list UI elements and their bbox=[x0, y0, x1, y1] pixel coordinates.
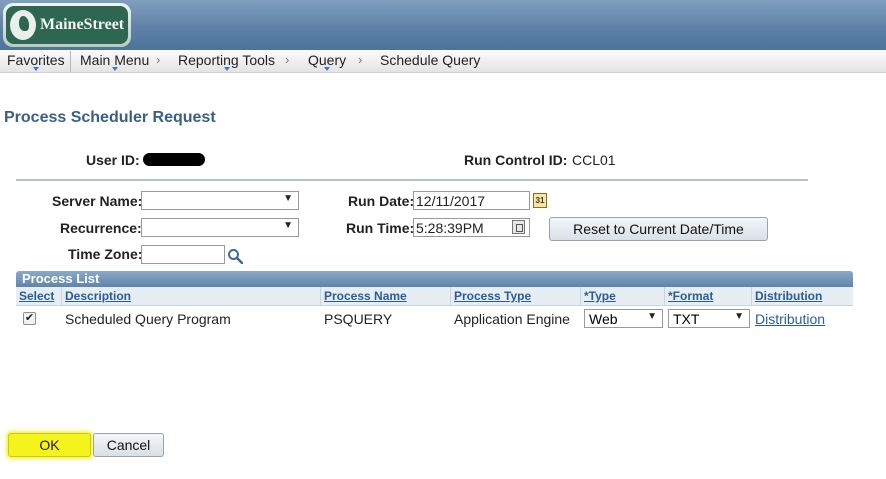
section-divider bbox=[16, 179, 808, 181]
dropdown-arrow-icon: ▼ bbox=[283, 193, 293, 204]
chevron-down-icon bbox=[223, 67, 230, 71]
nav-favorites[interactable]: Favorites bbox=[7, 52, 65, 71]
server-name-label: Server Name: bbox=[52, 193, 143, 209]
type-select[interactable]: Web ▼ bbox=[584, 309, 663, 328]
run-control-value: CCL01 bbox=[572, 152, 616, 168]
time-picker-icon[interactable] bbox=[512, 220, 525, 234]
navigation-bar: Favorites Main Menu › Reporting Tools › … bbox=[0, 50, 886, 73]
header-banner: MaineStreet bbox=[0, 0, 886, 50]
distribution-link[interactable]: Distribution bbox=[755, 311, 825, 327]
format-select[interactable]: TXT ▼ bbox=[668, 309, 750, 328]
run-time-label: Run Time: bbox=[346, 220, 415, 236]
breadcrumb-chevron-icon: › bbox=[358, 52, 363, 67]
column-header-process-type[interactable]: Process Type bbox=[451, 287, 581, 305]
column-header-description[interactable]: Description bbox=[62, 287, 321, 305]
ok-button[interactable]: OK bbox=[8, 433, 91, 457]
nav-query-label: Query bbox=[308, 52, 347, 68]
column-header-format[interactable]: *Format bbox=[665, 287, 752, 305]
run-control-label: Run Control ID: bbox=[464, 152, 568, 168]
chevron-down-icon bbox=[32, 67, 39, 71]
server-name-select[interactable]: ▼ bbox=[141, 191, 299, 210]
nav-query[interactable]: Query bbox=[308, 52, 347, 71]
search-icon[interactable] bbox=[227, 248, 243, 264]
recurrence-label: Recurrence: bbox=[60, 220, 142, 236]
process-list-header: Process List bbox=[16, 271, 853, 287]
dropdown-arrow-icon: ▼ bbox=[734, 311, 744, 322]
column-header-select[interactable]: Select bbox=[16, 287, 62, 305]
dropdown-arrow-icon: ▼ bbox=[647, 311, 657, 322]
row-process-type: Application Engine bbox=[454, 311, 570, 327]
calendar-icon[interactable]: 31 bbox=[533, 193, 547, 208]
cancel-button[interactable]: Cancel bbox=[93, 433, 164, 457]
format-value: TXT bbox=[673, 311, 700, 327]
grid-divider bbox=[16, 305, 853, 306]
nav-main-menu[interactable]: Main Menu bbox=[80, 52, 150, 71]
user-id-label: User ID: bbox=[86, 152, 140, 168]
reset-date-time-button[interactable]: Reset to Current Date/Time bbox=[549, 217, 768, 241]
column-header-type[interactable]: *Type bbox=[581, 287, 665, 305]
dropdown-arrow-icon: ▼ bbox=[283, 220, 293, 231]
run-date-input[interactable] bbox=[413, 191, 530, 210]
nav-reporting-tools[interactable]: Reporting Tools bbox=[178, 52, 276, 71]
column-header-process-name[interactable]: Process Name bbox=[321, 287, 451, 305]
nav-divider bbox=[70, 51, 71, 72]
breadcrumb-chevron-icon: › bbox=[285, 52, 290, 67]
user-id-redacted bbox=[143, 153, 205, 166]
mainestreet-logo[interactable]: MaineStreet bbox=[3, 3, 131, 47]
time-zone-label: Time Zone: bbox=[68, 246, 143, 262]
column-header-distribution[interactable]: Distribution bbox=[752, 287, 853, 305]
run-date-label: Run Date: bbox=[348, 193, 415, 209]
row-process-name: PSQUERY bbox=[324, 311, 393, 327]
breadcrumb-chevron-icon: › bbox=[156, 52, 161, 67]
select-checkbox[interactable]: ✔ bbox=[23, 312, 36, 325]
nav-main-menu-label: Main Menu bbox=[80, 52, 150, 68]
chevron-down-icon bbox=[324, 67, 331, 71]
time-zone-input[interactable] bbox=[141, 245, 225, 264]
maine-state-icon bbox=[10, 10, 36, 40]
logo-inner: MaineStreet bbox=[6, 6, 128, 44]
type-value: Web bbox=[589, 311, 618, 327]
logo-text: MaineStreet bbox=[40, 16, 125, 33]
chevron-down-icon bbox=[111, 67, 118, 71]
nav-schedule-query-label: Schedule Query bbox=[380, 52, 481, 68]
nav-favorites-label: Favorites bbox=[7, 52, 65, 68]
row-description: Scheduled Query Program bbox=[65, 311, 231, 327]
page-title: Process Scheduler Request bbox=[4, 109, 216, 126]
nav-schedule-query[interactable]: Schedule Query bbox=[380, 52, 480, 68]
nav-reporting-tools-label: Reporting Tools bbox=[178, 52, 276, 68]
recurrence-select[interactable]: ▼ bbox=[141, 218, 299, 237]
